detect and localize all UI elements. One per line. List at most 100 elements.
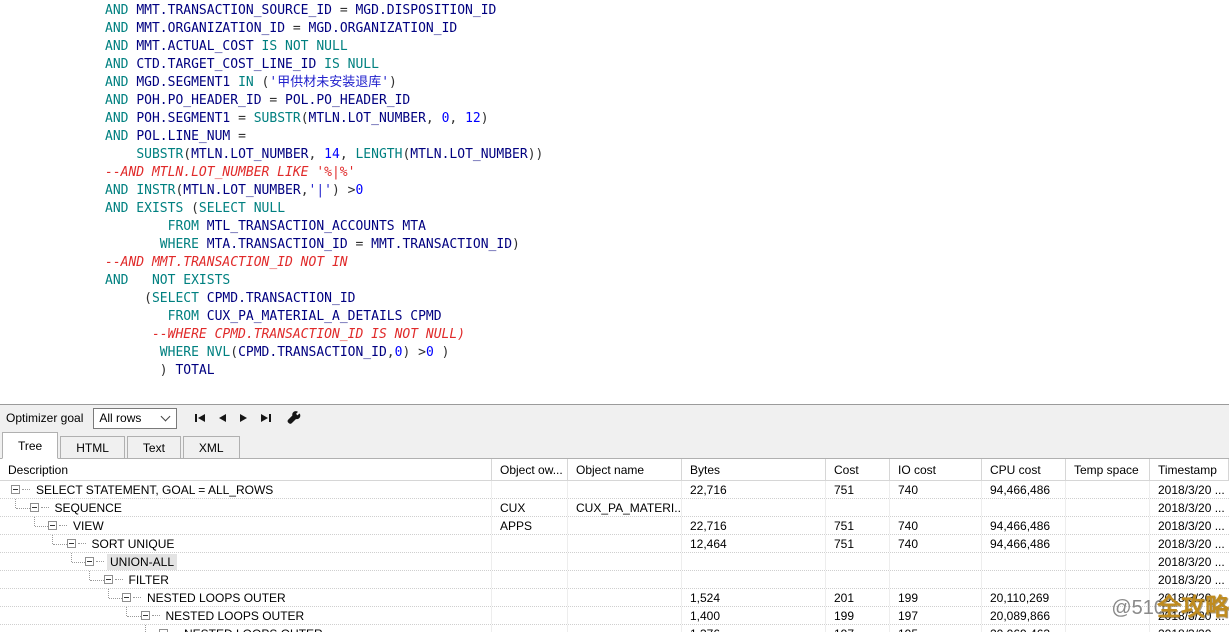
tree-connector-line [89, 571, 90, 580]
column-header-timestamp[interactable]: Timestamp [1150, 459, 1229, 480]
cell-io-cost [890, 553, 982, 570]
plan-row[interactable]: NESTED LOOPS OUTER 1,400 199 197 20,089,… [0, 607, 1229, 625]
cell-bytes [682, 499, 826, 516]
plan-row[interactable]: NESTED LOOPS OUTER 1,524 201 199 20,110,… [0, 589, 1229, 607]
plan-toolbar: Optimizer goal All rows [0, 404, 1229, 431]
cell-object-name [568, 607, 682, 624]
tree-collapse-icon[interactable] [30, 503, 39, 512]
cell-description: UNION-ALL [0, 553, 492, 570]
tree-dots [41, 507, 49, 509]
tree-collapse-icon[interactable] [104, 575, 113, 584]
plan-row-description[interactable]: NESTED LOOPS OUTER [144, 590, 289, 606]
cell-timestamp: 2018/3/20 ... [1150, 535, 1229, 552]
plan-grid-rows: SELECT STATEMENT, GOAL = ALL_ROWS 22,716… [0, 481, 1229, 632]
plan-row[interactable]: UNION-ALL 2018/3/20 ... [0, 553, 1229, 571]
cell-cpu-cost [982, 499, 1066, 516]
tree-dots [59, 525, 67, 527]
cell-description: SELECT STATEMENT, GOAL = ALL_ROWS [0, 481, 492, 498]
plan-row[interactable]: SORT UNIQUE 12,464 751 740 94,466,486 20… [0, 535, 1229, 553]
chevron-down-icon [161, 412, 171, 422]
plan-row-description[interactable]: UNION-ALL [107, 554, 177, 570]
cell-bytes: 1,376 [682, 625, 826, 632]
next-step-button[interactable] [238, 412, 249, 424]
preferences-button[interactable] [287, 411, 302, 426]
plan-row-description[interactable]: NESTED LOOPS OUTER [181, 626, 326, 632]
plan-row[interactable]: FILTER 2018/3/20 ... [0, 571, 1229, 589]
sql-editor[interactable]: AND MMT.TRANSACTION_SOURCE_ID = MGD.DISP… [0, 0, 1229, 404]
cell-bytes: 1,524 [682, 589, 826, 606]
sql-code: AND MMT.TRANSACTION_SOURCE_ID = MGD.DISP… [0, 0, 1229, 380]
tree-collapse-icon[interactable] [67, 539, 76, 548]
cell-description: VIEW [0, 517, 492, 534]
tab-tree[interactable]: Tree [2, 432, 58, 459]
cell-object-name [568, 481, 682, 498]
cell-object-owner [492, 535, 568, 552]
cell-bytes [682, 553, 826, 570]
plan-row[interactable]: SELECT STATEMENT, GOAL = ALL_ROWS 22,716… [0, 481, 1229, 499]
cell-timestamp: 2018/3/20 [1150, 625, 1229, 632]
tree-dots [96, 561, 104, 563]
cell-timestamp: 2018/3/20 ... [1150, 481, 1229, 498]
cell-io-cost [890, 571, 982, 588]
cell-io-cost: 740 [890, 517, 982, 534]
tree-collapse-icon[interactable] [85, 557, 94, 566]
tree-collapse-icon[interactable] [48, 521, 57, 530]
plan-row-description[interactable]: SORT UNIQUE [89, 536, 178, 552]
cell-timestamp: 2018/3/20 ... [1150, 607, 1229, 624]
cell-cost: 751 [826, 535, 890, 552]
column-header-object-name[interactable]: Object name [568, 459, 682, 480]
cell-object-name [568, 517, 682, 534]
optimizer-goal-select[interactable]: All rows [93, 408, 177, 429]
cell-bytes: 12,464 [682, 535, 826, 552]
tab-xml[interactable]: XML [183, 436, 240, 458]
cell-object-owner [492, 481, 568, 498]
tree-connector-line [52, 535, 53, 544]
tab-text[interactable]: Text [127, 436, 181, 458]
cell-description: SEQUENCE [0, 499, 492, 516]
wrench-icon [287, 411, 302, 426]
cell-cost [826, 553, 890, 570]
cell-timestamp: 2018/3/20 ... [1150, 517, 1229, 534]
column-header-io-cost[interactable]: IO cost [890, 459, 982, 480]
plan-row-description[interactable]: SELECT STATEMENT, GOAL = ALL_ROWS [33, 482, 276, 498]
cell-cost: 751 [826, 481, 890, 498]
tree-dots [133, 597, 141, 599]
cell-timestamp: 2018/3/20 ... [1150, 553, 1229, 570]
tree-collapse-icon[interactable] [141, 611, 150, 620]
tab-html[interactable]: HTML [60, 436, 125, 458]
cell-cost: 751 [826, 517, 890, 534]
plan-row[interactable]: VIEW APPS 22,716 751 740 94,466,486 2018… [0, 517, 1229, 535]
plan-row[interactable]: NESTED LOOPS OUTER 1,376 197 195 20,069,… [0, 625, 1229, 632]
plan-row-description[interactable]: NESTED LOOPS OUTER [163, 608, 308, 624]
tree-collapse-icon[interactable] [122, 593, 131, 602]
first-step-icon [198, 414, 205, 422]
tree-connector-line [35, 526, 49, 527]
last-step-button[interactable] [259, 412, 273, 424]
cell-description: NESTED LOOPS OUTER [0, 589, 492, 606]
column-header-cpu-cost[interactable]: CPU cost [982, 459, 1066, 480]
plan-row-description[interactable]: FILTER [126, 572, 172, 588]
cell-cost [826, 499, 890, 516]
cell-temp-space [1066, 499, 1150, 516]
cell-cpu-cost: 20,110,269 [982, 589, 1066, 606]
column-header-description[interactable]: Description [0, 459, 492, 480]
tree-connector-line [15, 499, 16, 508]
tree-connector-line [126, 607, 127, 616]
tree-dots [22, 489, 30, 491]
column-header-bytes[interactable]: Bytes [682, 459, 826, 480]
cell-object-owner [492, 607, 568, 624]
plan-row[interactable]: SEQUENCE CUX CUX_PA_MATERI... 2018/3/20 … [0, 499, 1229, 517]
cell-bytes: 1,400 [682, 607, 826, 624]
plan-row-description[interactable]: SEQUENCE [52, 500, 125, 516]
cell-object-owner [492, 553, 568, 570]
first-step-button[interactable] [193, 412, 207, 424]
tree-connector-line [34, 517, 35, 526]
tree-connector-line [145, 625, 146, 632]
previous-step-button[interactable] [217, 412, 228, 424]
tree-collapse-icon[interactable] [11, 485, 20, 494]
column-header-cost[interactable]: Cost [826, 459, 890, 480]
plan-row-description[interactable]: VIEW [70, 518, 107, 534]
column-header-object-owner[interactable]: Object ow... [492, 459, 568, 480]
cell-cpu-cost: 94,466,486 [982, 517, 1066, 534]
column-header-temp-space[interactable]: Temp space [1066, 459, 1150, 480]
